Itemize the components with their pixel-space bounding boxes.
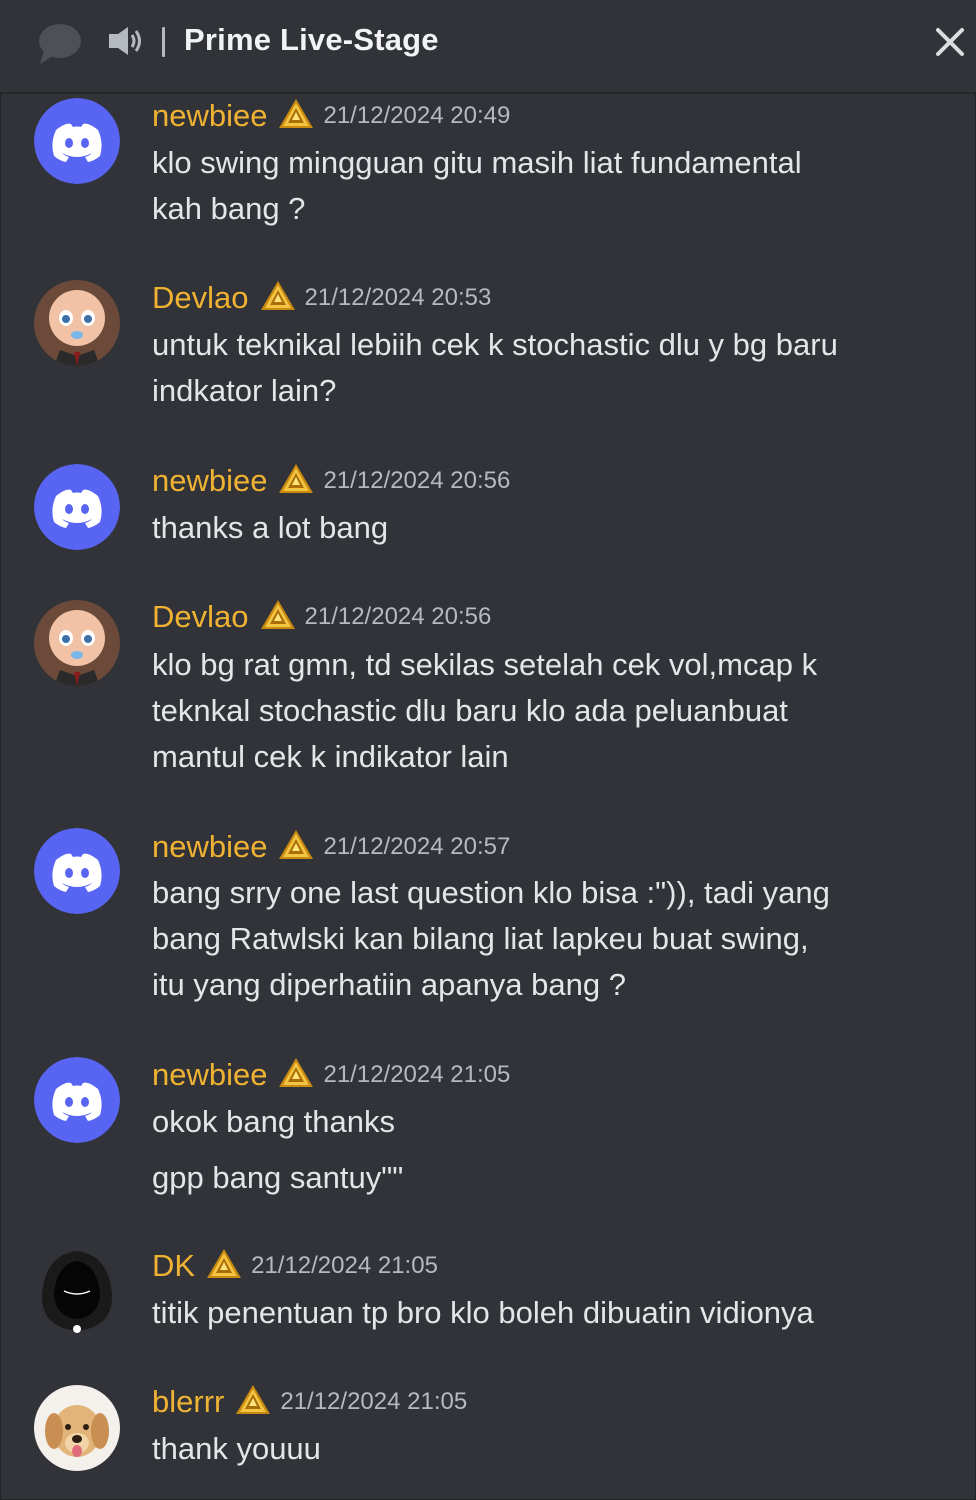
message-text: titik penentuan tp bro klo boleh dibuati… xyxy=(152,1295,814,1330)
role-badge-icon xyxy=(277,97,315,131)
speaker-icon xyxy=(109,27,141,55)
message-text: thank youuu xyxy=(152,1431,321,1466)
message-header: newbiee 21/12/2024 20:57 xyxy=(152,829,510,869)
discord-logo-icon xyxy=(34,98,120,184)
username[interactable]: newbiee xyxy=(152,463,267,498)
timestamp: 21/12/2024 21:05 xyxy=(280,1388,468,1415)
message-text: klo swing mingguan gitu masih liat funda… xyxy=(152,145,802,226)
avatar[interactable] xyxy=(34,1247,120,1333)
role-badge-icon xyxy=(259,598,297,632)
message-header: newbiee 21/12/2024 20:56 xyxy=(152,463,510,503)
message-text: gpp bang santuy"" xyxy=(152,1160,404,1195)
username[interactable]: blerrr xyxy=(152,1384,224,1419)
timestamp: 21/12/2024 20:56 xyxy=(304,603,492,630)
close-icon[interactable] xyxy=(930,22,970,62)
stage-header: Prime Live-Stage xyxy=(0,0,976,94)
timestamp: 21/12/2024 20:49 xyxy=(323,102,511,129)
discord-logo-icon xyxy=(34,464,120,550)
avatar[interactable] xyxy=(34,828,120,914)
timestamp: 21/12/2024 21:05 xyxy=(323,1061,511,1088)
role-badge-icon xyxy=(259,279,297,313)
message-header: newbiee 21/12/2024 21:05 xyxy=(152,1057,510,1097)
avatar[interactable] xyxy=(34,1057,120,1143)
header-divider xyxy=(162,27,165,57)
role-badge-icon xyxy=(234,1383,272,1417)
message-header: newbiee 21/12/2024 20:49 xyxy=(152,98,510,138)
message-text: thanks a lot bang xyxy=(152,510,389,545)
message-header: Devlao 21/12/2024 20:53 xyxy=(152,280,491,320)
avatar[interactable] xyxy=(34,464,120,550)
discord-logo-icon xyxy=(34,828,120,914)
message-header: blerrr 21/12/2024 21:05 xyxy=(152,1384,467,1424)
username[interactable]: Devlao xyxy=(152,599,249,634)
username[interactable]: newbiee xyxy=(152,98,267,133)
avatar[interactable] xyxy=(34,280,120,366)
avatar[interactable] xyxy=(34,1385,120,1471)
timestamp: 21/12/2024 20:53 xyxy=(304,284,492,311)
message-header: DK 21/12/2024 21:05 xyxy=(152,1248,438,1288)
timestamp: 21/12/2024 20:57 xyxy=(323,833,511,860)
avatar[interactable] xyxy=(34,98,120,184)
role-badge-icon xyxy=(277,462,315,496)
username[interactable]: Devlao xyxy=(152,280,249,315)
discord-logo-icon xyxy=(34,1057,120,1143)
message-text: okok bang thanks xyxy=(152,1104,396,1139)
message-text: bang srry one last question klo bisa :")… xyxy=(152,875,830,1002)
thread-icon[interactable] xyxy=(36,20,82,66)
timestamp: 21/12/2024 20:56 xyxy=(323,467,511,494)
avatar[interactable] xyxy=(34,600,120,686)
hooded-figure-icon xyxy=(34,1247,120,1333)
role-badge-icon xyxy=(205,1247,243,1281)
channel-title: Prime Live-Stage xyxy=(184,22,439,57)
role-badge-icon xyxy=(277,828,315,862)
baby-character-icon xyxy=(34,600,120,686)
timestamp: 21/12/2024 21:05 xyxy=(251,1252,438,1279)
message-text: untuk teknikal lebiih cek k stochastic d… xyxy=(152,327,838,408)
username[interactable]: DK xyxy=(152,1248,195,1283)
username[interactable]: newbiee xyxy=(152,1057,267,1092)
message-text: klo bg rat gmn, td sekilas setelah cek v… xyxy=(152,647,818,774)
message-header: Devlao 21/12/2024 20:56 xyxy=(152,599,491,639)
baby-character-icon xyxy=(34,280,120,366)
role-badge-icon xyxy=(277,1056,315,1090)
username[interactable]: newbiee xyxy=(152,829,267,864)
puppy-photo-icon xyxy=(34,1385,120,1471)
